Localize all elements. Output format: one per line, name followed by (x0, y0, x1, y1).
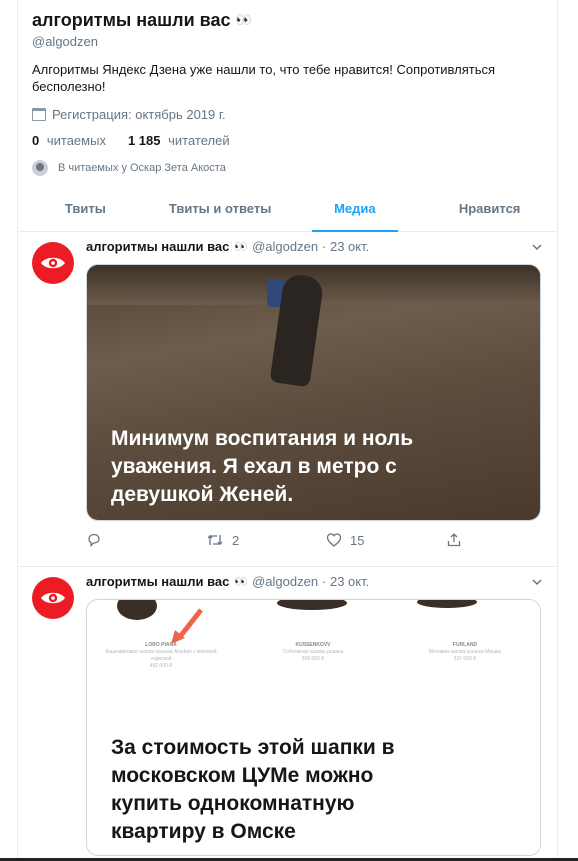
avatar[interactable] (32, 577, 74, 619)
profile-handle: @algodzen (32, 34, 98, 49)
followed-by-row[interactable]: В читаемых у Оскар Зета Акоста (32, 160, 552, 176)
tab-tweets[interactable]: Твиты (18, 186, 153, 231)
product-brand: KUSSENKOVV (295, 642, 331, 648)
followers-label: читателей (168, 133, 230, 148)
tweet-media[interactable]: LORO PIANA Кашемировая шапка-ушанка Alas… (86, 599, 541, 856)
image-hat (117, 600, 157, 620)
tweet-author[interactable]: алгоритмы нашли вас (86, 574, 229, 589)
eye-logo-icon (41, 592, 65, 604)
chevron-down-icon[interactable] (531, 576, 543, 588)
tweet-actions: 2 15 (86, 532, 486, 548)
following-label: читаемых (46, 133, 106, 148)
product-brand: LORO PIANA (145, 642, 177, 648)
image-caption: За стоимость этой шапки в московском ЦУМ… (111, 736, 395, 843)
heart-icon (326, 533, 342, 547)
following-link[interactable]: 0 читаемых (32, 133, 106, 148)
profile-tabs: Твиты Твиты и ответы Медиа Нравится (18, 186, 557, 232)
eyes-emoji: 👀 (235, 12, 252, 27)
tab-media[interactable]: Медиа (288, 186, 423, 232)
image-hat (417, 600, 477, 608)
tweet-handle[interactable]: @algodzen (252, 239, 318, 254)
product-desc: Меховая шапка-ушанка Мишка (428, 649, 502, 655)
reply-button[interactable] (86, 532, 206, 548)
followers-count: 1 185 (127, 133, 161, 148)
tweet-header: алгоритмы нашли вас 👀 @algodzen · 23 окт… (86, 239, 536, 254)
tweet-header: алгоритмы нашли вас 👀 @algodzen · 23 окт… (86, 574, 536, 589)
reply-icon (88, 533, 100, 548)
share-icon (447, 533, 461, 547)
image-hat (277, 600, 347, 610)
profile-header: алгоритмы нашли вас 👀 @algodzen Алгоритм… (32, 8, 552, 176)
media-image: LORO PIANA Кашемировая шапка-ушанка Alas… (87, 600, 540, 855)
retweet-count: 2 (232, 532, 240, 548)
chevron-down-icon[interactable] (531, 241, 543, 253)
product-brand: FURLAND (452, 642, 478, 648)
join-date: Регистрация: октябрь 2019 г. (52, 106, 226, 122)
tweet[interactable]: алгоритмы нашли вас 👀 @algodzen · 23 окт… (18, 232, 557, 567)
product-price: 337 000 ₽ (453, 656, 477, 662)
like-count: 15 (350, 532, 365, 548)
tweet-date[interactable]: · 23 окт. (322, 574, 369, 589)
product-card: FURLAND Меховая шапка-ушанка Мишка 337 0… (405, 642, 525, 663)
product-card: LORO PIANA Кашемировая шапка-ушанка Alas… (101, 642, 221, 670)
profile-bio: Алгоритмы Яндекс Дзена уже нашли то, что… (32, 62, 496, 94)
product-desc: Соболиная шапка-ушанка (282, 649, 344, 655)
calendar-icon (32, 107, 46, 121)
tweet-handle[interactable]: @algodzen (252, 574, 318, 589)
tab-tweets-replies[interactable]: Твиты и ответы (153, 186, 288, 231)
tweet-media[interactable]: Минимум воспитания и ноль уважения. Я ех… (86, 264, 541, 521)
following-count: 0 (32, 133, 40, 148)
followers-link[interactable]: 1 185 читателей (128, 133, 230, 148)
like-button[interactable]: 15 (326, 532, 446, 548)
avatar[interactable] (32, 242, 74, 284)
profile-name-row: алгоритмы нашли вас 👀 (32, 8, 552, 32)
product-price: 492 000 ₽ (149, 663, 173, 669)
tweet[interactable]: алгоритмы нашли вас 👀 @algodzen · 23 окт… (18, 567, 557, 861)
product-desc: Кашемировая шапка-ушанка Alaskan с мехов… (105, 649, 217, 662)
eye-logo-icon (41, 257, 65, 269)
follower-avatar (32, 160, 48, 176)
profile-name: алгоритмы нашли вас (32, 9, 231, 30)
tweet-date[interactable]: · 23 окт. (322, 239, 369, 254)
tweet-author[interactable]: алгоритмы нашли вас (86, 239, 229, 254)
product-price: 369 600 ₽ (301, 656, 325, 662)
tab-likes[interactable]: Нравится (422, 186, 557, 231)
share-button[interactable] (446, 532, 470, 548)
media-image: Минимум воспитания и ноль уважения. Я ех… (87, 265, 540, 520)
retweet-icon (207, 534, 223, 546)
timeline-right-border (557, 0, 558, 861)
product-card: KUSSENKOVV Соболиная шапка-ушанка 369 60… (253, 642, 373, 663)
retweet-button[interactable]: 2 (206, 532, 326, 548)
profile-stats: 0 читаемых 1 185 читателей (32, 133, 552, 148)
image-caption: Минимум воспитания и ноль уважения. Я ех… (111, 427, 414, 506)
eyes-emoji: 👀 (234, 241, 248, 253)
eyes-emoji: 👀 (234, 576, 248, 588)
followed-by-text: В читаемых у Оскар Зета Акоста (58, 162, 226, 174)
join-date-row: Регистрация: октябрь 2019 г. (32, 106, 552, 122)
